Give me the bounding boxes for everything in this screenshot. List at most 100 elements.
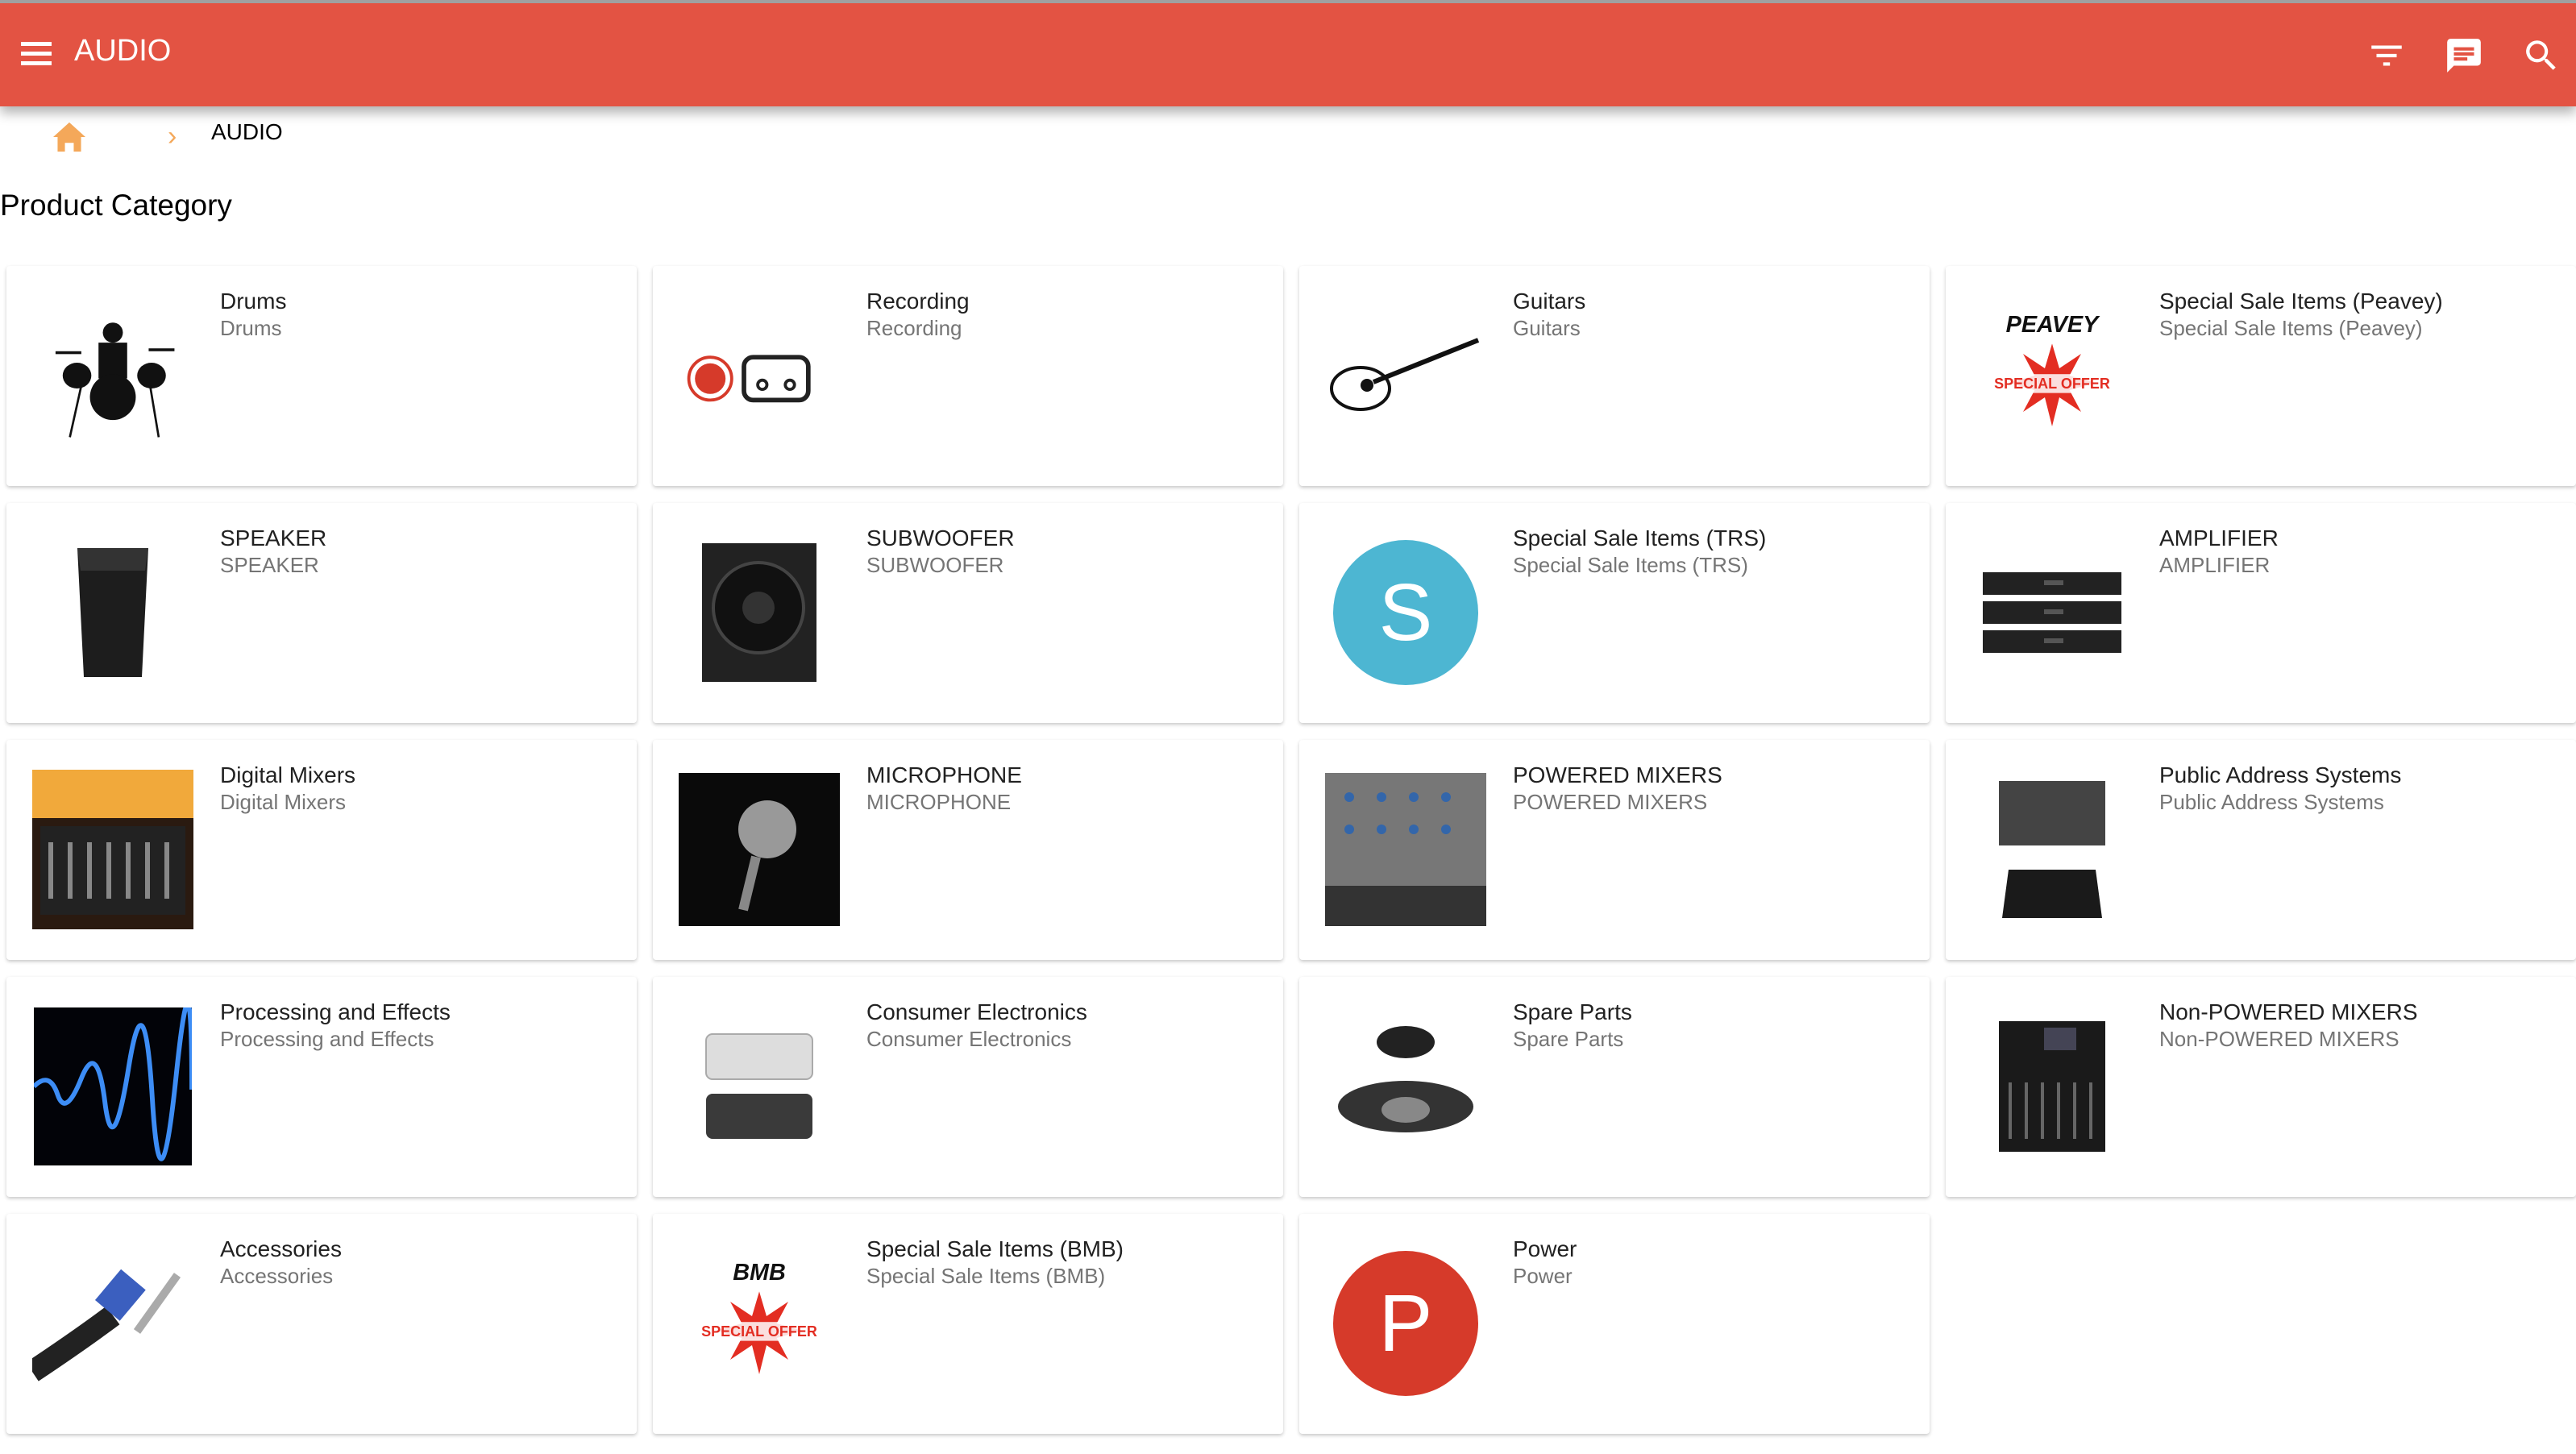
category-card[interactable]: AMPLIFIER AMPLIFIER xyxy=(1946,503,2576,723)
svg-text:SPECIAL OFFER: SPECIAL OFFER xyxy=(1994,376,2110,392)
amplifier-image xyxy=(1983,572,2121,653)
category-subtitle: Power xyxy=(1513,1264,1573,1288)
category-card[interactable]: SUBWOOFER SUBWOOFER xyxy=(653,503,1283,723)
category-title: POWERED MIXERS xyxy=(1513,762,1722,787)
letter-avatar: S xyxy=(1333,540,1478,685)
digital-mixer-image xyxy=(32,770,193,929)
category-subtitle: Special Sale Items (TRS) xyxy=(1513,553,1748,577)
svg-text:PEAVEY: PEAVEY xyxy=(2006,312,2100,338)
speaker-driver-image xyxy=(1338,1026,1473,1132)
search-icon[interactable] xyxy=(2521,35,2561,76)
category-subtitle: SPEAKER xyxy=(220,553,319,577)
category-title: Processing and Effects xyxy=(220,999,451,1024)
category-card[interactable]: Spare Parts Spare Parts xyxy=(1299,977,1930,1197)
category-card[interactable]: Drums Drums xyxy=(6,266,637,486)
category-title: Digital Mixers xyxy=(220,762,356,787)
chevron-right-icon: › xyxy=(168,121,177,152)
category-subtitle: MICROPHONE xyxy=(866,790,1012,814)
letter-avatar: P xyxy=(1333,1251,1478,1396)
category-grid: Drums Drums Recording Recording Guitars … xyxy=(6,266,2576,1434)
category-title: Spare Parts xyxy=(1513,999,1632,1024)
category-title: Drums xyxy=(220,289,287,314)
powered-mixer-image xyxy=(1325,773,1486,926)
category-subtitle: Special Sale Items (BMB) xyxy=(866,1264,1106,1288)
category-thumbnail xyxy=(32,1243,193,1404)
category-title: Public Address Systems xyxy=(2159,762,2402,787)
category-subtitle: Non-POWERED MIXERS xyxy=(2159,1027,2399,1051)
subwoofer-image xyxy=(702,543,816,682)
category-thumbnail xyxy=(32,295,193,456)
special-offer-image: PEAVEY SPECIAL OFFER xyxy=(1994,312,2110,426)
category-title: MICROPHONE xyxy=(866,762,1022,787)
cable-image xyxy=(32,1269,181,1381)
category-thumbnail: PEAVEY SPECIAL OFFER xyxy=(1971,295,2133,456)
category-title: SPEAKER xyxy=(220,526,327,550)
category-subtitle: Drums xyxy=(220,316,282,340)
category-title: Special Sale Items (BMB) xyxy=(866,1236,1124,1261)
waveform-image xyxy=(34,1007,192,1165)
category-card[interactable]: Public Address Systems Public Address Sy… xyxy=(1946,740,2576,960)
speaker-image xyxy=(77,548,148,677)
category-subtitle: Consumer Electronics xyxy=(866,1027,1072,1051)
mixer-image xyxy=(1999,1021,2105,1152)
menu-icon[interactable] xyxy=(21,42,52,65)
category-title: Consumer Electronics xyxy=(866,999,1087,1024)
consumer-electronics-image xyxy=(705,1033,813,1139)
microphone-image xyxy=(679,773,840,926)
category-card[interactable]: Consumer Electronics Consumer Electronic… xyxy=(653,977,1283,1197)
category-subtitle: Recording xyxy=(866,316,962,340)
recording-icon xyxy=(687,355,811,403)
category-thumbnail: P xyxy=(1325,1243,1486,1404)
category-thumbnail xyxy=(1971,1006,2133,1167)
category-thumbnail xyxy=(679,769,840,930)
special-offer-image: BMB SPECIAL OFFER xyxy=(701,1260,817,1374)
filter-icon[interactable] xyxy=(2366,35,2407,76)
category-title: Special Sale Items (Peavey) xyxy=(2159,289,2443,314)
category-card[interactable]: POWERED MIXERS POWERED MIXERS xyxy=(1299,740,1930,960)
category-card[interactable]: Accessories Accessories xyxy=(6,1214,637,1434)
category-thumbnail xyxy=(1325,1006,1486,1167)
category-card[interactable]: Digital Mixers Digital Mixers xyxy=(6,740,637,960)
category-title: Non-POWERED MIXERS xyxy=(2159,999,2418,1024)
category-thumbnail xyxy=(32,532,193,693)
page-title: Product Category xyxy=(0,189,232,222)
category-subtitle: Guitars xyxy=(1513,316,1581,340)
category-subtitle: POWERED MIXERS xyxy=(1513,790,1708,814)
category-card[interactable]: Recording Recording xyxy=(653,266,1283,486)
breadcrumb-current[interactable]: AUDIO xyxy=(211,119,283,145)
category-thumbnail xyxy=(1325,769,1486,930)
category-subtitle: Spare Parts xyxy=(1513,1027,1624,1051)
category-subtitle: Accessories xyxy=(220,1264,334,1288)
category-title: Recording xyxy=(866,289,970,314)
category-thumbnail: BMB SPECIAL OFFER xyxy=(679,1243,840,1404)
message-icon[interactable] xyxy=(2444,35,2484,76)
category-title: Accessories xyxy=(220,1236,342,1261)
category-thumbnail: S xyxy=(1325,532,1486,693)
category-subtitle: Public Address Systems xyxy=(2159,790,2384,814)
category-thumbnail xyxy=(32,1006,193,1167)
category-card[interactable]: MICROPHONE MICROPHONE xyxy=(653,740,1283,960)
category-title: Guitars xyxy=(1513,289,1586,314)
category-card[interactable]: PEAVEY SPECIAL OFFER Special Sale Items (… xyxy=(1946,266,2576,486)
category-title: SUBWOOFER xyxy=(866,526,1015,550)
category-card[interactable]: Processing and Effects Processing and Ef… xyxy=(6,977,637,1197)
category-card[interactable]: BMB SPECIAL OFFER Special Sale Items (BMB… xyxy=(653,1214,1283,1434)
category-title: Power xyxy=(1513,1236,1577,1261)
category-card[interactable]: Non-POWERED MIXERS Non-POWERED MIXERS xyxy=(1946,977,2576,1197)
category-thumbnail xyxy=(1971,769,2133,930)
category-card[interactable]: SPEAKER SPEAKER xyxy=(6,503,637,723)
category-title: AMPLIFIER xyxy=(2159,526,2279,550)
category-card[interactable]: S Special Sale Items (TRS) Special Sale … xyxy=(1299,503,1930,723)
guitar-image xyxy=(1330,338,1480,411)
category-card[interactable]: Guitars Guitars xyxy=(1299,266,1930,486)
drums-image xyxy=(55,322,175,438)
app-bar: AUDIO xyxy=(0,0,2576,106)
category-thumbnail xyxy=(679,295,840,456)
category-title: Special Sale Items (TRS) xyxy=(1513,526,1767,550)
home-icon[interactable] xyxy=(52,121,87,153)
category-thumbnail xyxy=(1325,295,1486,456)
category-card[interactable]: P Power Power xyxy=(1299,1214,1930,1434)
category-thumbnail xyxy=(1971,532,2133,693)
category-thumbnail xyxy=(32,769,193,930)
category-subtitle: Special Sale Items (Peavey) xyxy=(2159,316,2423,340)
